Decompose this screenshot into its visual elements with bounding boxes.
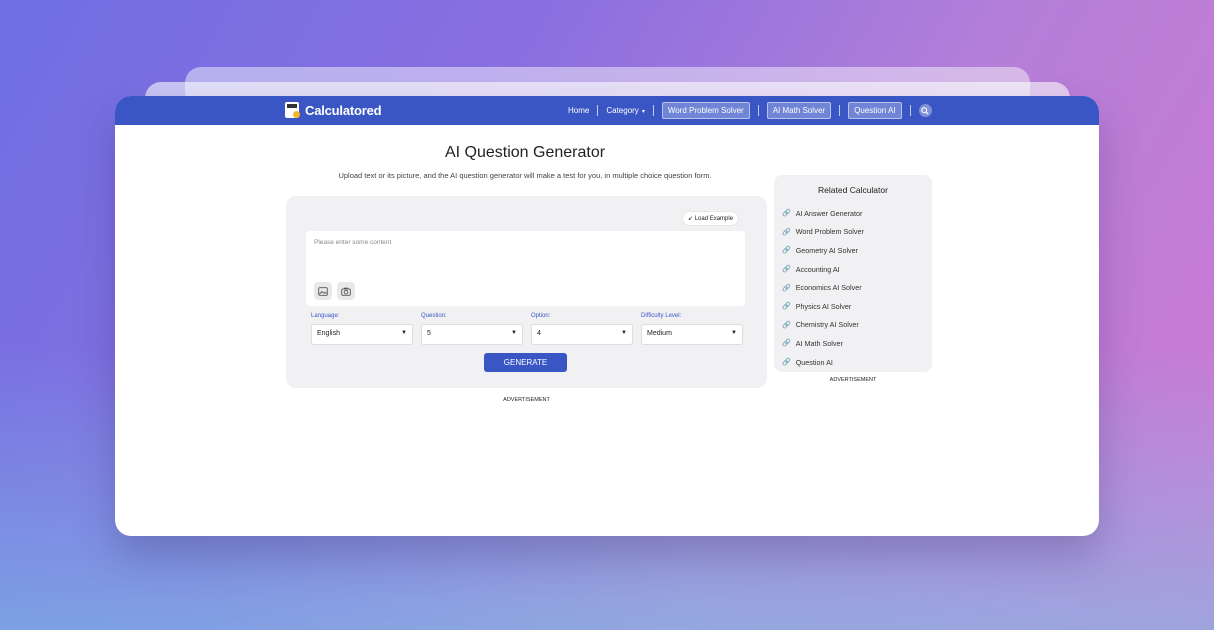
- related-list: 🔗 AI Answer Generator 🔗 Word Problem Solve…: [782, 204, 864, 371]
- related-item[interactable]: 🔗 Accounting AI: [782, 260, 864, 279]
- link-icon: 🔗: [782, 210, 791, 218]
- chevron-down-icon: ▾: [641, 109, 645, 115]
- related-item-label: Accounting AI: [795, 264, 840, 274]
- divider: [652, 105, 654, 116]
- nav-home[interactable]: Home: [568, 106, 589, 115]
- related-item[interactable]: 🔗 Word Problem Solver: [782, 223, 864, 242]
- nav-ai-math-solver[interactable]: AI Math Solver: [766, 102, 832, 119]
- divider: [597, 105, 599, 116]
- related-item-label: Chemistry AI Solver: [795, 320, 859, 330]
- option-label: Option:: [531, 313, 551, 319]
- question-count-select[interactable]: 5 ▼: [421, 324, 523, 345]
- search-icon: [921, 106, 929, 115]
- calculator-icon: [285, 102, 300, 118]
- top-navbar: Calculatored Home Category ▾ Word Problem…: [115, 96, 1099, 125]
- divider: [909, 105, 911, 116]
- question-label: Question:: [421, 313, 447, 319]
- load-example-label: Load Example: [694, 216, 734, 222]
- logo[interactable]: Calculatored: [285, 102, 382, 118]
- related-item-label: AI Math Solver: [795, 338, 843, 348]
- link-icon: 🔗: [782, 247, 791, 255]
- camera-button[interactable]: [337, 282, 355, 300]
- divider: [839, 105, 841, 116]
- link-icon: 🔗: [782, 284, 791, 292]
- related-item-label: Geometry AI Solver: [795, 245, 859, 255]
- related-calculators: Related Calculator 🔗 AI Answer Generator …: [774, 175, 932, 372]
- difficulty-label: Difficulty Level:: [641, 313, 682, 319]
- advertisement-label: ADVERTISEMENT: [503, 397, 550, 403]
- link-icon: 🔗: [782, 228, 791, 236]
- related-item-label: Economics AI Solver: [795, 283, 862, 293]
- page-title: AI Question Generator: [444, 144, 606, 161]
- nav-question-ai[interactable]: Question AI: [848, 102, 902, 119]
- related-item-label: AI Answer Generator: [795, 208, 863, 218]
- related-item[interactable]: 🔗 Question AI: [782, 353, 864, 372]
- difficulty-select[interactable]: Medium ▼: [641, 324, 743, 345]
- search-button[interactable]: [918, 104, 932, 117]
- link-icon: 🔗: [782, 321, 791, 329]
- link-icon: 🔗: [782, 359, 791, 367]
- load-example-button[interactable]: ↙ Load Example: [683, 212, 739, 225]
- related-title: Related Calculator: [818, 185, 888, 195]
- nav-menu: Home Category ▾ Word Problem Solver AI Ma…: [568, 102, 932, 119]
- arrow-icon: ↙: [688, 216, 694, 222]
- divider: [757, 105, 759, 116]
- content-input[interactable]: Please enter some content: [306, 231, 745, 306]
- language-value: English: [317, 330, 340, 337]
- related-item-label: Question AI: [795, 357, 833, 367]
- option-count-select[interactable]: 4 ▼: [531, 324, 633, 345]
- image-icon: [318, 286, 328, 296]
- related-item[interactable]: 🔗 Chemistry AI Solver: [782, 316, 864, 335]
- nav-category[interactable]: Category ▾: [606, 106, 644, 115]
- chevron-down-icon: ▼: [511, 330, 517, 336]
- option-count-value: 4: [537, 330, 541, 337]
- link-icon: 🔗: [782, 340, 791, 348]
- language-label: Language:: [311, 313, 340, 319]
- advertisement-label: ADVERTISEMENT: [829, 377, 877, 383]
- related-item[interactable]: 🔗 Economics AI Solver: [782, 278, 864, 297]
- related-item-label: Word Problem Solver: [795, 227, 864, 237]
- link-icon: 🔗: [782, 266, 791, 274]
- generator-panel: ↙ Load Example Please enter some content…: [286, 196, 767, 388]
- browser-window: Calculatored Home Category ▾ Word Problem…: [115, 96, 1099, 536]
- generate-button[interactable]: GENERATE: [484, 353, 567, 372]
- difficulty-value: Medium: [647, 330, 672, 337]
- related-item[interactable]: 🔗 Physics AI Solver: [782, 297, 864, 316]
- chevron-down-icon: ▼: [731, 330, 737, 336]
- brand-name: Calculatored: [305, 102, 382, 118]
- related-item[interactable]: 🔗 AI Answer Generator: [782, 204, 864, 223]
- nav-word-problem-solver[interactable]: Word Problem Solver: [661, 102, 750, 119]
- camera-icon: [341, 287, 351, 296]
- content-placeholder: Please enter some content: [314, 239, 392, 246]
- related-item-label: Physics AI Solver: [795, 301, 852, 311]
- language-select[interactable]: English ▼: [311, 324, 413, 345]
- chevron-down-icon: ▼: [621, 330, 627, 336]
- related-item[interactable]: 🔗 Geometry AI Solver: [782, 241, 864, 260]
- chevron-down-icon: ▼: [401, 330, 407, 336]
- link-icon: 🔗: [782, 303, 791, 311]
- related-item[interactable]: 🔗 AI Math Solver: [782, 334, 864, 353]
- upload-image-button[interactable]: [314, 282, 332, 300]
- nav-category-label: Category: [606, 106, 639, 115]
- question-count-value: 5: [427, 330, 431, 337]
